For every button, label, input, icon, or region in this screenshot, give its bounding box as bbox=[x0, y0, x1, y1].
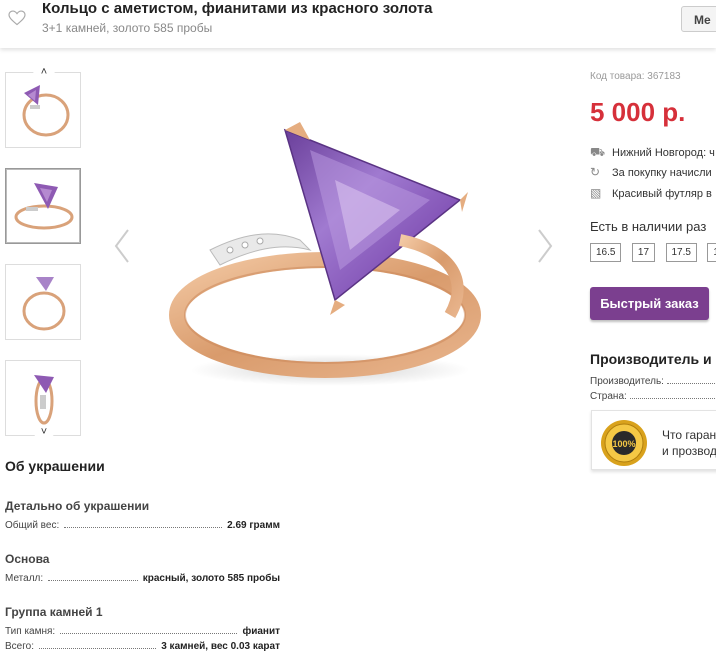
metal-row: Металл: красный, золото 585 пробы bbox=[5, 573, 280, 584]
country-row: Страна: bbox=[590, 391, 716, 402]
about-section-title: Об украшении bbox=[5, 458, 105, 474]
size-selector: 16.5 17 17.5 18 bbox=[590, 242, 716, 262]
badge-text: 100% bbox=[612, 439, 635, 449]
product-subtitle: 3+1 камней, золото 585 пробы bbox=[42, 21, 213, 35]
heart-outline-icon[interactable] bbox=[8, 10, 26, 26]
details-title: Детально об украшении bbox=[5, 499, 150, 513]
size-option[interactable]: 17 bbox=[631, 243, 656, 262]
thumbnail-2[interactable] bbox=[5, 168, 81, 244]
refresh-icon: ↻ bbox=[590, 165, 601, 179]
maker-section-title: Производитель и bbox=[590, 351, 712, 367]
delivery-info: ⛟ Нижний Новгород: ч bbox=[590, 145, 715, 159]
chevron-up-icon[interactable]: ˄ bbox=[32, 66, 56, 80]
truck-icon: ⛟ bbox=[590, 145, 606, 159]
size-option[interactable]: 18 bbox=[707, 243, 716, 262]
chevron-left-icon[interactable] bbox=[112, 228, 132, 264]
product-title: Кольцо с аметистом, фианитами из красног… bbox=[42, 0, 433, 17]
stone-type-row: Тип камня: фианит bbox=[5, 626, 280, 637]
chevron-down-icon[interactable]: ˅ bbox=[32, 426, 56, 440]
stone-total-row: Всего: 3 камней, вес 0.03 карат bbox=[5, 641, 280, 652]
thumbnail-3[interactable] bbox=[5, 264, 81, 340]
weight-row: Общий вес: 2.69 грамм bbox=[5, 520, 280, 531]
stones-title: Группа камней 1 bbox=[5, 605, 103, 619]
manufacturer-row: Производитель: bbox=[590, 376, 716, 387]
guarantee-seal-icon: 100% bbox=[601, 420, 647, 466]
size-option[interactable]: 16.5 bbox=[590, 243, 622, 262]
product-sku: Код товара: 367183 bbox=[590, 71, 681, 82]
thumbnail-4[interactable] bbox=[5, 360, 81, 436]
gift-icon: ▧ bbox=[590, 186, 602, 200]
product-header: Кольцо с аметистом, фианитами из красног… bbox=[0, 0, 716, 48]
product-price: 5 000 р. bbox=[590, 97, 686, 127]
chevron-right-icon[interactable] bbox=[535, 228, 555, 264]
guarantee-box[interactable]: 100% Что гаран и прозвод bbox=[591, 410, 716, 470]
quick-order-button[interactable]: Быстрый заказ bbox=[590, 287, 709, 320]
more-button[interactable]: Ме bbox=[681, 6, 716, 32]
stock-label: Есть в наличии раз bbox=[590, 219, 707, 234]
thumbnail-1[interactable] bbox=[5, 72, 81, 148]
gift-info: ▧ Красивый футляр в bbox=[590, 186, 712, 200]
base-title: Основа bbox=[5, 552, 50, 566]
guarantee-text: Что гаран и прозвод bbox=[662, 428, 716, 458]
bonus-info: ↻ За покупку начисли bbox=[590, 165, 712, 179]
product-main-image[interactable] bbox=[150, 100, 520, 390]
size-option[interactable]: 17.5 bbox=[665, 243, 697, 262]
